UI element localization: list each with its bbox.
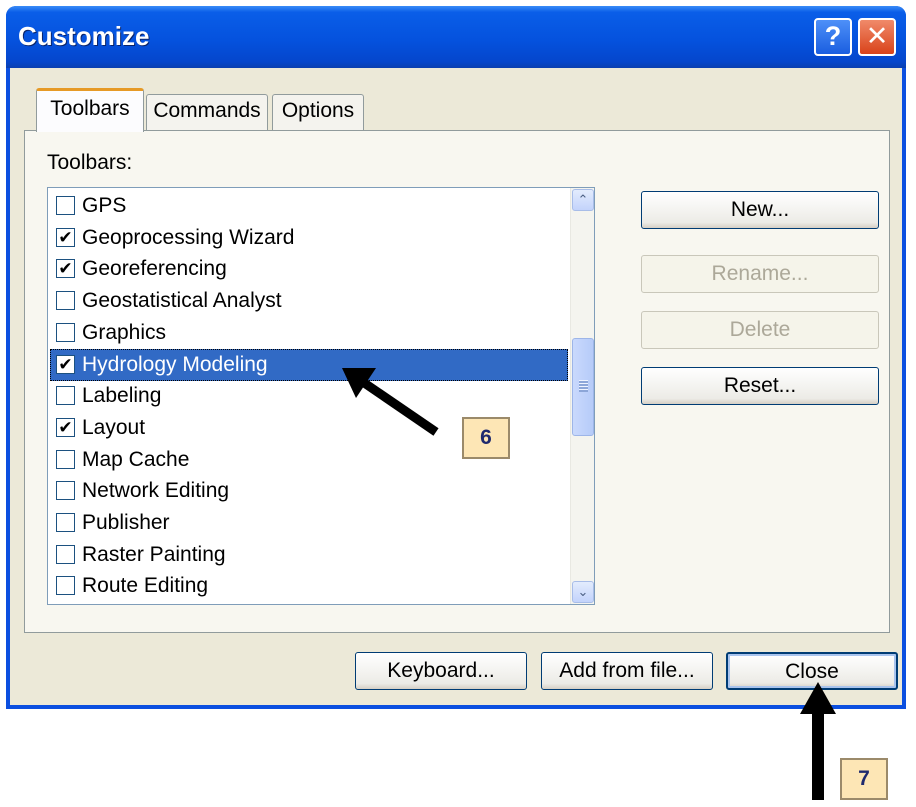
checkbox-icon[interactable] — [56, 576, 75, 596]
list-item[interactable]: Labeling — [50, 380, 568, 412]
checkbox-checked-icon[interactable]: ✔ — [56, 259, 75, 279]
checkbox-icon[interactable] — [56, 449, 75, 469]
list-item[interactable]: Publisher — [50, 507, 568, 539]
arrow-up-icon — [800, 682, 836, 800]
listbox-scrollbar[interactable]: ⌃ ⌄ — [570, 188, 594, 604]
list-item-label: GPS — [82, 194, 127, 217]
step-6-callout: 6 — [462, 417, 510, 459]
checkbox-icon[interactable] — [56, 196, 75, 215]
tab-options[interactable]: Options — [272, 94, 364, 130]
checkbox-checked-icon[interactable]: ✔ — [56, 227, 75, 247]
help-button[interactable]: ? — [814, 18, 852, 56]
list-item-label: Hydrology Modeling — [82, 352, 268, 376]
list-item[interactable]: ✔ Hydrology Modeling — [50, 348, 568, 381]
scroll-thumb[interactable] — [572, 338, 594, 436]
list-item-label: Layout — [82, 415, 146, 439]
toolbars-tab-panel: Toolbars: GPS ✔ Geoprocessing Wizard ✔ Geore… — [24, 130, 890, 633]
keyboard-button[interactable]: Keyboard... — [355, 652, 527, 690]
checkbox-checked-icon[interactable]: ✔ — [56, 417, 75, 437]
list-item[interactable]: Graphics — [50, 317, 568, 349]
step-7-callout: 7 — [840, 758, 888, 800]
checkbox-icon[interactable] — [56, 386, 75, 406]
scroll-down-button[interactable]: ⌄ — [572, 581, 594, 603]
list-item[interactable]: GPS — [50, 190, 568, 222]
list-item[interactable]: Network Editing — [50, 475, 568, 507]
checkbox-icon[interactable] — [56, 544, 75, 564]
checkbox-icon[interactable] — [56, 513, 75, 532]
toolbars-listbox[interactable]: GPS ✔ Geoprocessing Wizard ✔ Georeferencing G… — [47, 187, 595, 605]
list-item-label: Geostatistical Analyst — [82, 289, 282, 313]
list-item-label: Geoprocessing Wizard — [82, 225, 295, 249]
list-item[interactable]: Raster Painting — [50, 539, 568, 571]
list-item-label: Georeferencing — [82, 257, 227, 281]
list-item-label: Route Editing — [82, 574, 209, 598]
list-item[interactable]: Route Editing — [50, 570, 568, 602]
dialog-body: Toolbars Commands Options Toolbars: GPS ✔… — [10, 68, 902, 705]
delete-button[interactable]: Delete — [641, 311, 879, 349]
tab-commands[interactable]: Commands — [146, 94, 268, 130]
rename-button[interactable]: Rename... — [641, 255, 879, 293]
list-item[interactable]: ✔ Geoprocessing Wizard — [50, 222, 568, 254]
checkbox-checked-icon[interactable]: ✔ — [56, 354, 75, 374]
list-item-label: Raster Painting — [82, 542, 226, 566]
arrow-icon — [342, 368, 439, 436]
add-from-file-button[interactable]: Add from file... — [541, 652, 713, 690]
list-item[interactable]: Geostatistical Analyst — [50, 285, 568, 317]
checkbox-icon[interactable] — [56, 481, 75, 501]
new-button[interactable]: New... — [641, 191, 879, 229]
grip-icon — [579, 380, 588, 392]
dialog-title: Customize — [18, 21, 150, 51]
checkbox-icon[interactable] — [56, 322, 75, 342]
title-bar[interactable]: Customize ? ✕ — [6, 6, 906, 68]
list-item[interactable]: ✔ Georeferencing — [50, 253, 568, 285]
checkbox-icon[interactable] — [56, 291, 75, 311]
title-close-button[interactable]: ✕ — [858, 18, 896, 56]
list-item-label: Publisher — [82, 511, 170, 534]
reset-button[interactable]: Reset... — [641, 367, 879, 405]
list-item-label: Graphics — [82, 320, 167, 344]
list-item-label: Labeling — [82, 384, 162, 408]
tab-toolbars[interactable]: Toolbars — [36, 88, 144, 132]
chevron-down-icon: ⌄ — [577, 584, 589, 599]
customize-dialog: Customize ? ✕ Toolbars Commands Options … — [6, 6, 906, 709]
scroll-up-button[interactable]: ⌃ — [572, 189, 594, 211]
list-item-label: Network Editing — [82, 479, 230, 503]
chevron-up-icon: ⌃ — [577, 192, 589, 207]
toolbars-label: Toolbars: — [47, 151, 133, 174]
list-item-label: Map Cache — [82, 447, 190, 471]
